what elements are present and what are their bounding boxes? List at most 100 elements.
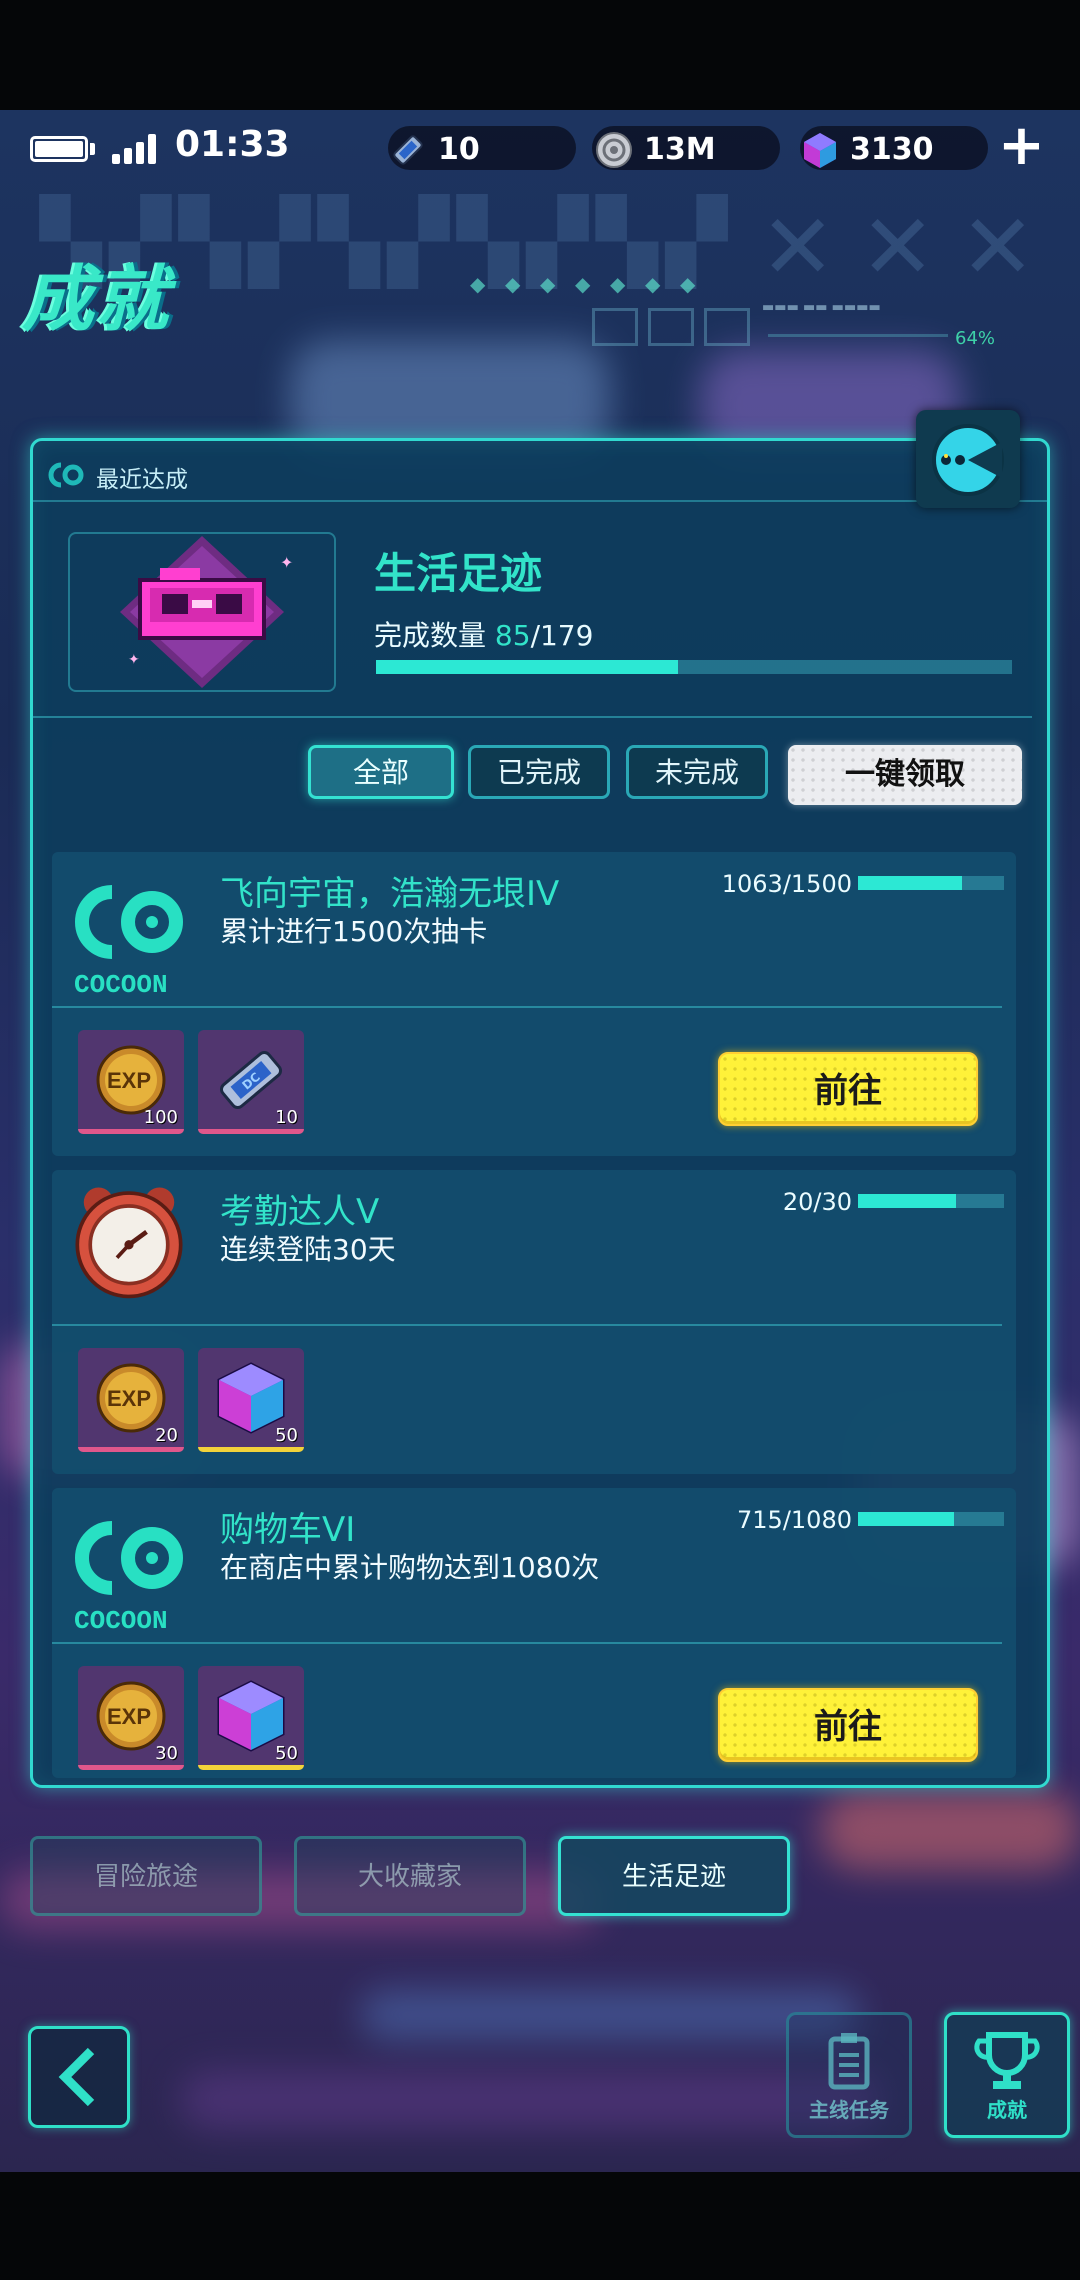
bottom-black-band bbox=[0, 2172, 1080, 2280]
reward-item[interactable]: 50 bbox=[198, 1348, 304, 1452]
achievement-nav-label: 成就 bbox=[987, 2098, 1027, 2122]
achievement-desc: 在商店中累计购物达到1080次 bbox=[220, 1551, 600, 1584]
reward-item[interactable]: EXP 100 bbox=[78, 1030, 184, 1134]
battery-icon bbox=[30, 136, 88, 162]
header-x-decor: ✕ bbox=[760, 195, 836, 300]
recent-label: 最近达成 bbox=[96, 467, 188, 493]
header-diamond-decor: ◆ bbox=[540, 272, 556, 296]
cocoon-logo-icon: COCOON bbox=[74, 1521, 183, 1636]
achievement-card: COCOON 飞向宇宙，浩瀚无垠IV 累计进行1500次抽卡 1063/1500… bbox=[52, 852, 1016, 1156]
reward-item[interactable]: DC 10 bbox=[198, 1030, 304, 1134]
achievement-progress-text: 715/1080 bbox=[737, 1506, 852, 1534]
reward-qty: 50 bbox=[275, 1743, 298, 1764]
achievement-progress-fill bbox=[858, 876, 962, 890]
achievement-title: 购物车VI bbox=[220, 1510, 356, 1550]
achievement-title: 飞向宇宙，浩瀚无垠IV bbox=[220, 874, 560, 914]
achievement-progress-bar bbox=[858, 876, 1004, 890]
reward-item[interactable]: 50 bbox=[198, 1666, 304, 1770]
achievement-progress-bar bbox=[858, 1512, 1004, 1526]
achievement-nav-button[interactable]: 成就 bbox=[944, 2012, 1070, 2138]
header-box-decor bbox=[592, 308, 638, 346]
svg-text:EXP: EXP bbox=[107, 1704, 151, 1729]
reward-qty: 20 bbox=[155, 1425, 178, 1446]
achievement-progress-text: 1063/1500 bbox=[721, 870, 852, 898]
reward-rarity-bar bbox=[198, 1765, 304, 1770]
reward-qty: 100 bbox=[143, 1107, 178, 1128]
signal-icon bbox=[112, 132, 166, 164]
header-line-decor bbox=[768, 334, 948, 337]
radio-badge-icon: ✦ ✦ bbox=[120, 536, 293, 688]
reward-qty: 50 bbox=[275, 1425, 298, 1446]
page-title: 成就 bbox=[22, 257, 171, 341]
achievement-progress-text: 20/30 bbox=[782, 1188, 852, 1216]
cocoon-logo-icon: COCOON bbox=[74, 885, 183, 1000]
reward-rarity-bar bbox=[198, 1447, 304, 1452]
svg-text:EXP: EXP bbox=[107, 1068, 151, 1093]
achievement-progress-fill bbox=[858, 1194, 956, 1208]
reward-rarity-bar bbox=[78, 1129, 184, 1134]
main-quest-button[interactable]: 主线任务 bbox=[786, 2012, 912, 2138]
ticket-icon bbox=[393, 135, 423, 165]
divider bbox=[32, 716, 1032, 718]
reward-qty: 30 bbox=[155, 1743, 178, 1764]
completion-count-total: /179 bbox=[530, 619, 594, 652]
claim-all-button[interactable]: 一键领取 bbox=[788, 745, 1022, 805]
crystal-cube-icon bbox=[804, 133, 836, 168]
filter-completed-tab[interactable]: 已完成 bbox=[468, 745, 610, 799]
tab-adventure[interactable]: 冒险旅途 bbox=[30, 1836, 262, 1916]
header-percent: 64% bbox=[955, 328, 996, 349]
header-diamond-decor: ◆ bbox=[645, 272, 661, 296]
category-progress-fill bbox=[376, 660, 679, 674]
crystal-counter[interactable]: 3130 bbox=[800, 126, 988, 170]
divider bbox=[52, 1006, 1002, 1008]
header-box-decor bbox=[648, 308, 694, 346]
achievement-desc: 连续登陆30天 bbox=[220, 1233, 396, 1266]
ticket-counter[interactable]: 10 bbox=[388, 126, 576, 170]
achievement-desc: 累计进行1500次抽卡 bbox=[220, 915, 488, 948]
completion-count-label: 完成数量 bbox=[374, 619, 487, 652]
achievement-progress-fill bbox=[858, 1512, 955, 1526]
header-diamond-decor: ◆ bbox=[470, 272, 486, 296]
svg-text:✦: ✦ bbox=[280, 553, 293, 572]
filter-all-tab[interactable]: 全部 bbox=[308, 745, 454, 799]
filter-incomplete-tab[interactable]: 未完成 bbox=[626, 745, 768, 799]
tab-life[interactable]: 生活足迹 bbox=[558, 1836, 790, 1916]
cocoon-mini-icon bbox=[48, 462, 84, 488]
alarm-clock-icon bbox=[75, 1187, 183, 1299]
status-bar: 01:33 10 13M 3130 + bbox=[0, 118, 1080, 174]
recent-category-title: 生活足迹 bbox=[374, 549, 543, 598]
coin-disc-icon bbox=[596, 132, 632, 168]
back-button[interactable] bbox=[28, 2026, 130, 2128]
go-button[interactable]: 前往 bbox=[718, 1688, 978, 1762]
reward-rarity-bar bbox=[78, 1765, 184, 1770]
reward-item[interactable]: EXP 30 bbox=[78, 1666, 184, 1770]
header-diamond-decor: ◆ bbox=[610, 272, 626, 296]
chat-button[interactable] bbox=[916, 410, 1020, 508]
reward-item[interactable]: EXP 20 bbox=[78, 1348, 184, 1452]
divider bbox=[52, 1324, 1002, 1326]
header-x-decor: ✕ bbox=[860, 195, 936, 300]
achievement-title: 考勤达人V bbox=[220, 1192, 380, 1232]
reward-rarity-bar bbox=[78, 1447, 184, 1452]
top-black-band bbox=[0, 0, 1080, 110]
category-progress-bar bbox=[376, 660, 1012, 674]
completion-count-done: 85 bbox=[494, 619, 531, 652]
main-quest-label: 主线任务 bbox=[809, 2098, 889, 2122]
header-diamond-decor: ◆ bbox=[680, 272, 696, 296]
svg-text:✦: ✦ bbox=[128, 652, 140, 668]
divider bbox=[52, 1642, 1002, 1644]
reward-qty: 10 bbox=[275, 1107, 298, 1128]
header-diamond-decor: ◆ bbox=[575, 272, 591, 296]
tab-collector[interactable]: 大收藏家 bbox=[294, 1836, 526, 1916]
cocoon-text: COCOON bbox=[74, 1606, 168, 1636]
go-button[interactable]: 前往 bbox=[718, 1052, 978, 1126]
header-x-decor: ✕ bbox=[960, 195, 1036, 300]
coin-counter[interactable]: 13M bbox=[592, 126, 780, 170]
add-currency-button[interactable]: + bbox=[998, 118, 1045, 174]
header-diamond-decor: ◆ bbox=[505, 272, 521, 296]
completion-count: 完成数量 85/179 bbox=[374, 614, 593, 654]
achievement-card: COCOON 购物车VI 在商店中累计购物达到1080次 715/1080 EX… bbox=[52, 1488, 1016, 1778]
achievement-card: 考勤达人V 连续登陆30天 20/30 EXP 20 50 bbox=[52, 1170, 1016, 1474]
battery-tip bbox=[90, 143, 95, 155]
category-badge-frame: ✦ ✦ bbox=[68, 532, 336, 692]
